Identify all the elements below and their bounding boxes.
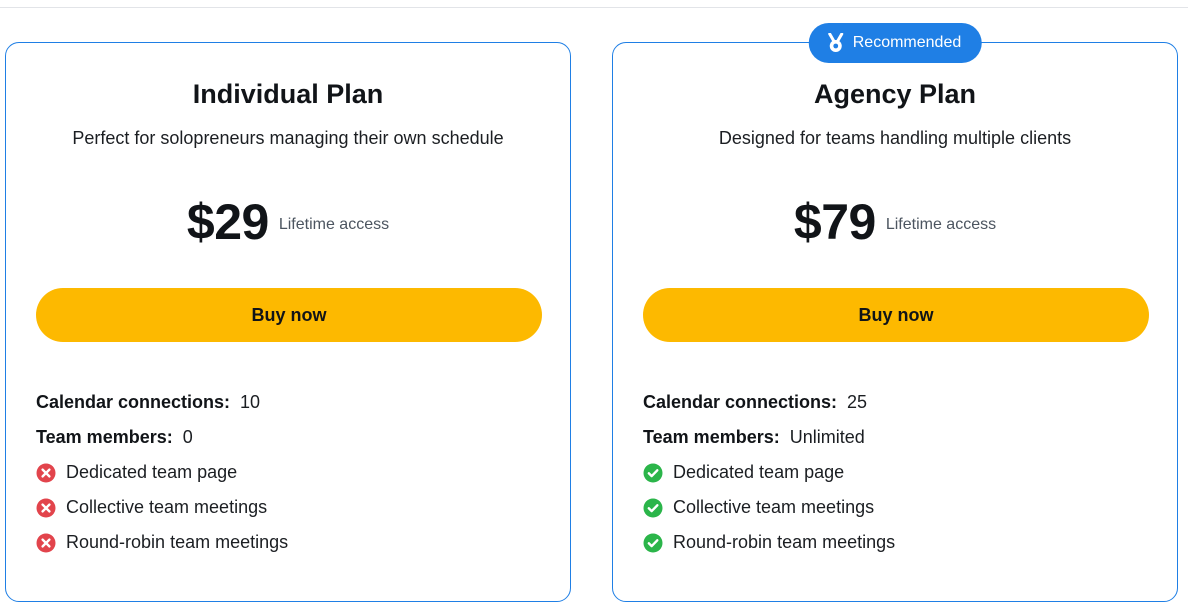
feature-item: Dedicated team page (643, 455, 1157, 490)
feature-item: Round-robin team meetings (643, 525, 1157, 560)
plan-description: Designed for teams handling multiple cli… (718, 128, 1072, 148)
feature-value: 10 (240, 392, 261, 412)
feature-item: Collective team meetings (36, 490, 550, 525)
plan-title: Individual Plan (192, 79, 384, 109)
feature-label: Round-robin team meetings (673, 532, 896, 552)
plan-card-individual: Individual Plan Perfect for solopreneurs… (5, 42, 571, 602)
feature-key: Calendar connections: (643, 392, 838, 412)
check-circle-icon (643, 498, 663, 517)
buy-now-button-individual[interactable]: Buy now (36, 288, 542, 342)
feature-key: Team members: (643, 427, 780, 447)
feature-key: Team members: (36, 427, 173, 447)
feature-label: Dedicated team page (673, 462, 845, 482)
plan-price: $29 (186, 194, 269, 250)
feature-item: Round-robin team meetings (36, 525, 550, 560)
feature-team-members: Team members: 0 (36, 420, 550, 455)
plan-description: Perfect for solopreneurs managing their … (72, 128, 504, 148)
feature-value: Unlimited (789, 427, 865, 447)
feature-label: Round-robin team meetings (66, 532, 289, 552)
check-circle-icon (643, 463, 663, 482)
plan-title: Agency Plan (813, 79, 977, 109)
feature-label: Collective team meetings (673, 497, 875, 517)
x-circle-icon (36, 533, 56, 552)
recommended-badge: Recommended (808, 23, 982, 63)
top-divider (0, 7, 1188, 8)
feature-team-members: Team members: Unlimited (643, 420, 1157, 455)
x-circle-icon (36, 498, 56, 517)
feature-item: Collective team meetings (643, 490, 1157, 525)
feature-list: Calendar connections: 10 Team members: 0… (36, 385, 550, 560)
check-circle-icon (643, 533, 663, 552)
feature-item: Dedicated team page (36, 455, 550, 490)
feature-key: Calendar connections: (36, 392, 231, 412)
plan-price: $79 (793, 194, 876, 250)
buy-now-button-agency[interactable]: Buy now (643, 288, 1149, 342)
feature-label: Collective team meetings (66, 497, 268, 517)
feature-list: Calendar connections: 25 Team members: U… (643, 385, 1157, 560)
feature-value: 25 (847, 392, 868, 412)
feature-label: Dedicated team page (66, 462, 238, 482)
feature-calendar-connections: Calendar connections: 10 (36, 385, 550, 420)
x-circle-icon (36, 463, 56, 482)
feature-calendar-connections: Calendar connections: 25 (643, 385, 1157, 420)
medal-icon (828, 33, 844, 52)
plan-card-agency: Recommended Agency Plan Designed for tea… (612, 23, 1178, 602)
feature-value: 0 (182, 427, 193, 447)
price-note: Lifetime access (885, 216, 997, 233)
price-row: $29 Lifetime access (6, 193, 570, 251)
price-note: Lifetime access (278, 216, 390, 233)
price-row: $79 Lifetime access (613, 193, 1177, 251)
badge-label: Recommended (852, 34, 962, 51)
